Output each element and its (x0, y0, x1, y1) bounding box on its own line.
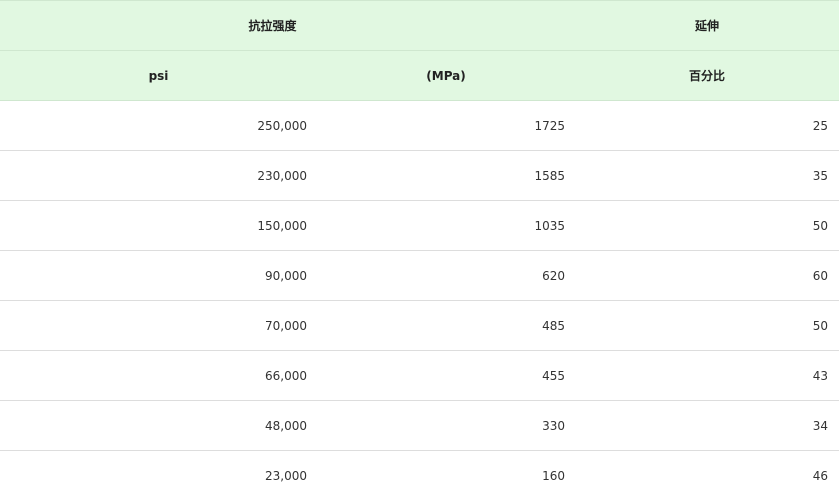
psi-cell: 230,000 (0, 150, 317, 201)
percent-cell: 43 (575, 350, 839, 401)
percent-cell: 50 (575, 300, 839, 351)
percent-column-header: 百分比 (575, 50, 839, 101)
mpa-cell: 485 (317, 300, 576, 351)
mpa-cell: 455 (317, 350, 576, 401)
table-row: 150,000 1035 50 (0, 200, 839, 251)
psi-cell: 250,000 (0, 100, 317, 151)
psi-cell: 70,000 (0, 300, 317, 351)
percent-cell: 25 (575, 100, 839, 151)
table-row: 70,000 485 50 (0, 300, 839, 351)
mpa-cell: 330 (317, 400, 576, 451)
percent-cell: 35 (575, 150, 839, 201)
table-row: 230,000 1585 35 (0, 150, 839, 201)
percent-cell: 50 (575, 200, 839, 251)
properties-table: 抗拉强度 延伸 psi (MPa) 百分比 250,000 1725 25 23… (0, 0, 839, 500)
elongation-header: 延伸 (575, 0, 839, 51)
page: 抗拉强度 延伸 psi (MPa) 百分比 250,000 1725 25 23… (0, 0, 839, 500)
percent-cell: 34 (575, 400, 839, 451)
mpa-cell: 1725 (317, 100, 576, 151)
psi-cell: 48,000 (0, 400, 317, 451)
table-row: 90,000 620 60 (0, 250, 839, 301)
header-column-row: psi (MPa) 百分比 (0, 50, 839, 101)
mpa-cell: 1585 (317, 150, 576, 201)
psi-cell: 23,000 (0, 450, 317, 500)
mpa-cell: 1035 (317, 200, 576, 251)
percent-cell: 60 (575, 250, 839, 301)
table-row: 48,000 330 34 (0, 400, 839, 451)
header-group-row: 抗拉强度 延伸 (0, 0, 839, 51)
table-body: 250,000 1725 25 230,000 1585 35 150,000 … (0, 100, 839, 500)
psi-cell: 66,000 (0, 350, 317, 401)
psi-cell: 150,000 (0, 200, 317, 251)
psi-column-header: psi (0, 50, 317, 101)
percent-cell: 46 (575, 450, 839, 500)
mpa-column-header: (MPa) (317, 50, 576, 101)
table-row: 23,000 160 46 (0, 450, 839, 500)
table-row: 66,000 455 43 (0, 350, 839, 401)
tensile-strength-header: 抗拉强度 (0, 0, 576, 51)
mpa-cell: 620 (317, 250, 576, 301)
psi-cell: 90,000 (0, 250, 317, 301)
table-header: 抗拉强度 延伸 psi (MPa) 百分比 (0, 0, 839, 101)
mpa-cell: 160 (317, 450, 576, 500)
table-row: 250,000 1725 25 (0, 100, 839, 151)
